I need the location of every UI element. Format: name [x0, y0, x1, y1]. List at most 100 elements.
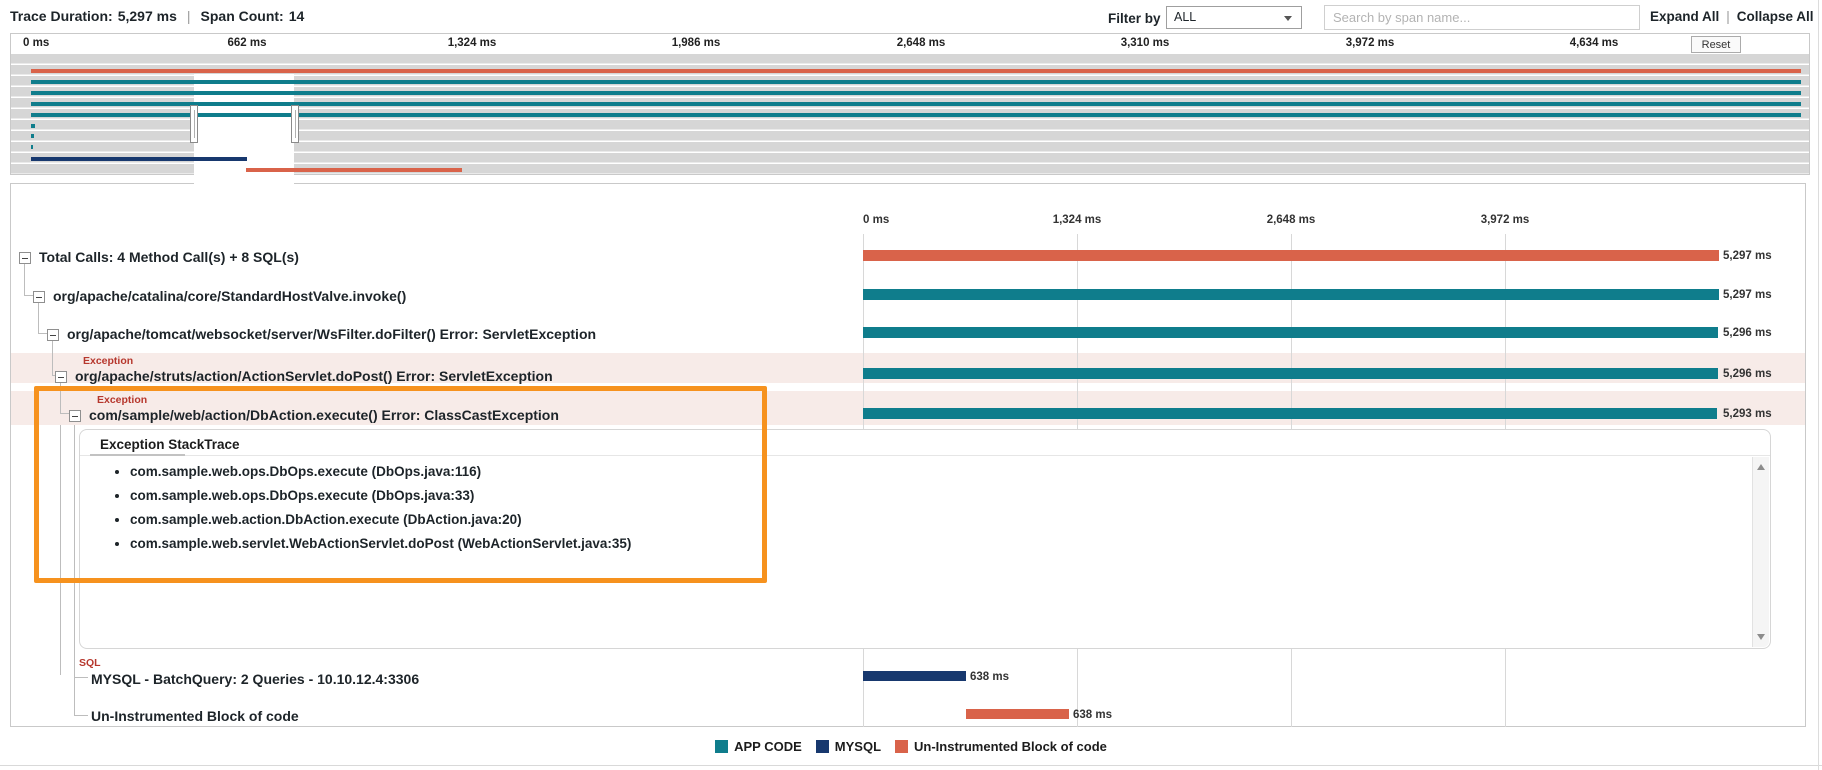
stacktrace-heading: Exception StackTrace: [100, 437, 240, 452]
page-right-border: [1818, 0, 1819, 770]
span-waterfall-bar[interactable]: [863, 368, 1718, 379]
tree-connector: [60, 383, 61, 413]
stacktrace-rule-accent: [90, 454, 185, 456]
links-separator: |: [1726, 9, 1730, 24]
span-duration-value: 5,296 ms: [1723, 327, 1772, 339]
span-waterfall-bar[interactable]: [966, 709, 1069, 719]
minimap-bars-area[interactable]: [11, 54, 1809, 174]
legend: APP CODE MYSQL Un-Instrumented Block of …: [0, 727, 1822, 766]
span-waterfall-bar[interactable]: [863, 289, 1719, 300]
stacktrace-frame: com.sample.web.ops.DbOps.execute (DbOps.…: [130, 488, 1666, 503]
tree-connector: [74, 425, 75, 716]
span-count-label: Span Count:: [201, 8, 284, 24]
span-row-label[interactable]: org/apache/catalina/core/StandardHostVal…: [53, 288, 406, 304]
span-row-label[interactable]: org/apache/struts/action/ActionServlet.d…: [75, 368, 553, 384]
legend-label: Un-Instrumented Block of code: [914, 739, 1107, 754]
stacktrace-frame: com.sample.web.servlet.WebActionServlet.…: [130, 536, 1666, 551]
minimap-span-bar: [31, 124, 35, 128]
span-row-label[interactable]: org/apache/tomcat/websocket/server/WsFil…: [67, 326, 596, 342]
span-duration-value: 638 ms: [1073, 709, 1112, 721]
stacktrace-frame-list: com.sample.web.ops.DbOps.execute (DbOps.…: [106, 464, 1666, 560]
collapse-row-icon[interactable]: [69, 410, 81, 422]
span-duration-value: 5,297 ms: [1723, 250, 1772, 262]
minimap-tick: 2,648 ms: [897, 37, 946, 49]
scroll-down-icon[interactable]: [1757, 634, 1765, 640]
collapse-row-icon[interactable]: [33, 291, 45, 303]
exception-stacktrace-panel: Exception StackTrace com.sample.web.ops.…: [79, 429, 1771, 649]
minimap-tick: 3,310 ms: [1121, 37, 1170, 49]
axis-tick: 2,648 ms: [1267, 214, 1316, 226]
minimap-span-bar: [31, 80, 1801, 84]
legend-label: MYSQL: [835, 739, 881, 754]
brush-left-handle[interactable]: [190, 105, 198, 143]
scroll-up-icon[interactable]: [1757, 464, 1765, 470]
legend-swatch-icon: [816, 740, 829, 753]
tree-connector: [74, 715, 88, 716]
trace-detail-panel: 0 ms 1,324 ms 2,648 ms 3,972 ms Total Ca…: [10, 183, 1806, 727]
trace-summary: Trace Duration: 5,297 ms | Span Count: 1…: [10, 8, 304, 24]
minimap-tick: 3,972 ms: [1346, 37, 1395, 49]
chevron-down-icon: [1284, 16, 1292, 21]
span-waterfall-bar[interactable]: [863, 250, 1719, 261]
tree-connector: [38, 303, 39, 333]
minimap-tick: 662 ms: [227, 37, 266, 49]
search-input[interactable]: [1324, 5, 1640, 30]
trace-duration-value: 5,297 ms: [118, 8, 177, 24]
legend-swatch-icon: [715, 740, 728, 753]
span-duration-value: 638 ms: [970, 671, 1009, 683]
expand-all-link[interactable]: Expand All: [1650, 9, 1719, 24]
timeline-minimap: 0 ms 662 ms 1,324 ms 1,986 ms 2,648 ms 3…: [10, 33, 1810, 175]
tree-connector: [24, 295, 33, 296]
span-duration-value: 5,293 ms: [1723, 408, 1772, 420]
axis-tick: 1,324 ms: [1053, 214, 1102, 226]
stacktrace-rule: [80, 455, 1770, 456]
tree-connector: [24, 264, 25, 295]
axis-tick: 0 ms: [863, 214, 889, 226]
minimap-span-bar: [31, 69, 1801, 73]
tree-connector: [60, 413, 69, 414]
sql-tag: SQL: [79, 657, 101, 669]
axis-tick: 3,972 ms: [1481, 214, 1530, 226]
collapse-row-icon[interactable]: [19, 252, 31, 264]
filter-selected-value: ALL: [1174, 10, 1196, 24]
span-row-label[interactable]: MYSQL - BatchQuery: 2 Queries - 10.10.12…: [91, 671, 419, 687]
collapse-all-link[interactable]: Collapse All: [1737, 9, 1814, 24]
minimap-tick: 1,324 ms: [448, 37, 497, 49]
span-duration-value: 5,297 ms: [1723, 289, 1772, 301]
span-row-label[interactable]: com/sample/web/action/DbAction.execute()…: [89, 407, 559, 423]
tree-connector: [60, 425, 61, 675]
minimap-span-bar: [31, 145, 33, 149]
minimap-tick: 1,986 ms: [672, 37, 721, 49]
stacktrace-scrollbar[interactable]: [1752, 457, 1769, 647]
reset-button[interactable]: Reset: [1691, 36, 1741, 53]
filter-select[interactable]: ALL: [1166, 6, 1302, 29]
collapse-row-icon[interactable]: [47, 329, 59, 341]
collapse-row-icon[interactable]: [55, 371, 67, 383]
tree-connector: [74, 677, 88, 678]
legend-item-un-instrumented: Un-Instrumented Block of code: [895, 739, 1107, 754]
minimap-span-bar: [246, 168, 462, 172]
trace-duration-label: Trace Duration:: [10, 8, 113, 24]
filter-by-label: Filter by: [1108, 11, 1161, 26]
expand-collapse-controls: Expand All | Collapse All: [1650, 9, 1814, 24]
span-row-label[interactable]: Un-Instrumented Block of code: [91, 708, 299, 724]
minimap-span-bar: [31, 157, 247, 161]
stacktrace-frame: com.sample.web.ops.DbOps.execute (DbOps.…: [130, 464, 1666, 479]
span-count-value: 14: [289, 8, 305, 24]
stacktrace-frame: com.sample.web.action.DbAction.execute (…: [130, 512, 1666, 527]
minimap-span-bar: [31, 91, 1801, 95]
legend-label: APP CODE: [734, 739, 802, 754]
span-waterfall-bar[interactable]: [863, 327, 1718, 338]
span-duration-value: 5,296 ms: [1723, 368, 1772, 380]
exception-tag: Exception: [97, 394, 147, 406]
legend-item-app-code: APP CODE: [715, 739, 802, 754]
legend-item-mysql: MYSQL: [816, 739, 881, 754]
span-waterfall-bar[interactable]: [863, 671, 966, 681]
legend-swatch-icon: [895, 740, 908, 753]
tree-connector: [52, 341, 53, 375]
span-row-label[interactable]: Total Calls: 4 Method Call(s) + 8 SQL(s): [39, 249, 299, 265]
brush-right-handle[interactable]: [291, 105, 299, 143]
exception-tag: Exception: [83, 355, 133, 367]
span-waterfall-bar[interactable]: [863, 408, 1717, 419]
tree-connector: [38, 333, 47, 334]
